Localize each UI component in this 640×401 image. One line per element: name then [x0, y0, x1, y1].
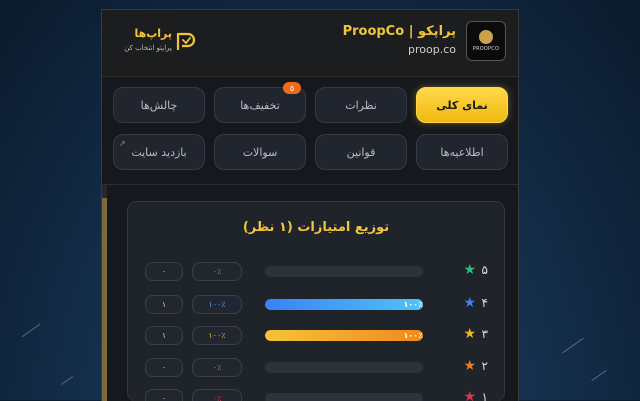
props-subtitle: پراپتو انتخاب کن	[124, 44, 172, 52]
star-level: ۱	[481, 390, 488, 401]
rating-percent: ١٠٠٪	[192, 295, 242, 314]
rating-bar-fill: ١٠٠٪	[265, 330, 423, 341]
background-streak	[60, 376, 74, 385]
tab-reviews[interactable]: نظرات	[315, 87, 407, 123]
rating-count: ٠	[145, 262, 183, 281]
rating-percent: ٠٪	[192, 262, 242, 281]
rating-bar: ١٠٠٪	[265, 330, 423, 341]
background-streak	[562, 337, 584, 354]
star-level: ۲	[481, 359, 488, 373]
logo-mark-icon	[479, 30, 493, 44]
rating-percent: ١٠٠٪	[192, 326, 242, 345]
rating-count: ١	[145, 295, 183, 314]
tab-label: اطلاعیه‌ها	[440, 145, 484, 159]
rating-row: ۱ ★ ٠٪ ٠	[128, 389, 504, 401]
star-icon: ★	[463, 326, 476, 342]
rating-count: ٠	[145, 358, 183, 377]
rating-row: ۵ ★ ٠٪ ٠	[128, 262, 504, 282]
props-icon[interactable]	[174, 30, 196, 52]
star-icon: ★	[463, 262, 476, 278]
star-icon: ★	[463, 358, 476, 374]
broker-panel: PROOPCO پراپکو | ProopCo proop.co پراپ‌ه…	[101, 9, 519, 401]
rating-bar: ١٠٠٪	[265, 299, 423, 310]
rating-percent: ٠٪	[192, 389, 242, 401]
star-level: ۴	[481, 296, 488, 310]
tab-challenges[interactable]: چالش‌ها	[113, 87, 205, 123]
rating-distribution-card: توزیع امتیازات (١ نظر) ۵ ★ ٠٪ ٠ ۴ ★ ١٠٠٪ ١٠٠٪ ١ ۳…	[127, 201, 505, 401]
rating-bar-label: ١٠٠٪	[403, 331, 423, 340]
tab-rules[interactable]: قوانین	[315, 134, 407, 170]
rating-count: ٠	[145, 389, 183, 401]
tab-faq[interactable]: سوالات	[214, 134, 306, 170]
tab-label: تخفیف‌ها	[240, 98, 280, 112]
background-streak	[21, 323, 41, 338]
tab-overview[interactable]: نمای کلی	[416, 87, 508, 123]
rating-percent: ٠٪	[192, 358, 242, 377]
scrollbar-thumb[interactable]	[102, 198, 107, 401]
tab-announcements[interactable]: اطلاعیه‌ها	[416, 134, 508, 170]
tab-label: نمای کلی	[436, 98, 488, 112]
rating-bar-label: ١٠٠٪	[403, 300, 423, 309]
brand-url[interactable]: proop.co	[408, 43, 456, 56]
tab-label: چالش‌ها	[140, 98, 178, 112]
background-streak	[591, 369, 607, 382]
tab-label: قوانین	[346, 145, 376, 159]
rating-bar	[265, 362, 423, 373]
tab-bar: نمای کلی نظرات تخفیف‌ها ٥ چالش‌ها اطلاعی…	[102, 76, 518, 185]
panel-header: PROOPCO پراپکو | ProopCo proop.co پراپ‌ه…	[102, 10, 518, 77]
tab-label: بازدید سایت	[131, 145, 187, 159]
tab-label: نظرات	[345, 98, 377, 112]
rating-count: ١	[145, 326, 183, 345]
rating-row: ۳ ★ ١٠٠٪ ١٠٠٪ ١	[128, 326, 504, 346]
star-icon: ★	[463, 389, 476, 401]
rating-distribution-title: توزیع امتیازات (١ نظر)	[242, 220, 390, 235]
brand-logo[interactable]: PROOPCO	[466, 21, 506, 61]
discount-badge: ٥	[283, 82, 301, 94]
star-icon: ★	[463, 295, 476, 311]
props-title[interactable]: پراپ‌ها	[124, 27, 172, 40]
rating-row: ۲ ★ ٠٪ ٠	[128, 358, 504, 378]
logo-text: PROOPCO	[472, 46, 500, 52]
rating-row: ۴ ★ ١٠٠٪ ١٠٠٪ ١	[128, 295, 504, 315]
rating-bar-fill: ١٠٠٪	[265, 299, 423, 310]
star-level: ۵	[481, 263, 488, 277]
brand-title: پراپکو | ProopCo	[342, 24, 456, 39]
tab-discounts[interactable]: تخفیف‌ها ٥	[214, 82, 306, 123]
external-link-icon: ↗	[119, 139, 126, 148]
rating-bar	[265, 266, 423, 277]
tab-label: سوالات	[242, 145, 278, 159]
star-level: ۳	[481, 327, 488, 341]
tab-visit-site[interactable]: ↗ بازدید سایت	[113, 134, 205, 170]
